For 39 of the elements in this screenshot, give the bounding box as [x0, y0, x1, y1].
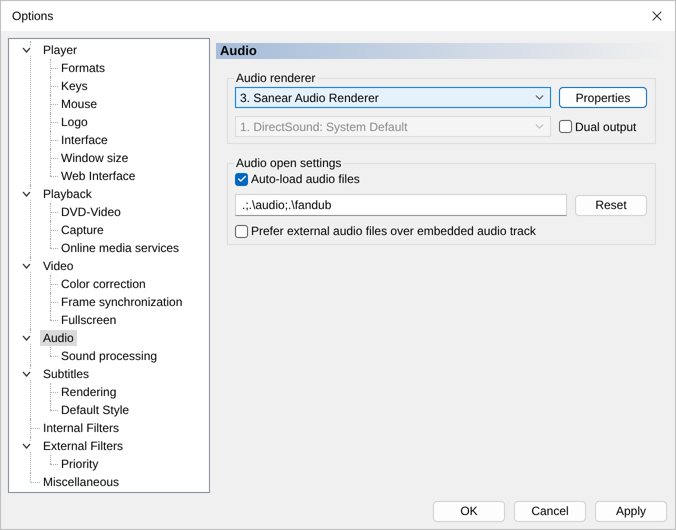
dialog-button[interactable]: Cancel [514, 500, 586, 522]
checkbox[interactable]: Prefer external audio files over embedded audio track [235, 224, 647, 238]
tree-item[interactable]: DVD-Video [58, 204, 124, 220]
group-label: Audio open settings [235, 156, 342, 170]
tree-item[interactable]: Color correction [58, 276, 149, 292]
tree-item[interactable]: Interface [58, 132, 111, 148]
reset-button[interactable]: Reset [575, 194, 647, 216]
tree-item[interactable]: Online media services [58, 240, 182, 256]
tree-item[interactable]: Web Interface [58, 168, 138, 184]
checkbox[interactable]: Auto-load audio files [235, 172, 647, 186]
group-label: Audio renderer [235, 71, 316, 86]
properties-button[interactable]: Properties [559, 87, 647, 108]
tree-item[interactable]: External Filters [40, 438, 126, 454]
tree-item[interactable]: Player [40, 42, 80, 58]
tree-item[interactable]: Default Style [58, 402, 132, 418]
tree-item[interactable]: Miscellaneous [40, 474, 122, 490]
tree-item[interactable]: Keys [58, 78, 91, 94]
tree-item[interactable]: Fullscreen [58, 312, 120, 328]
tree-item[interactable]: Mouse [58, 96, 100, 112]
tree-item[interactable]: Formats [58, 60, 108, 76]
tree-item[interactable]: Frame synchronization [58, 294, 186, 310]
tree-item[interactable]: Logo [58, 114, 91, 130]
tree-item[interactable]: Audio [40, 330, 77, 346]
tree-item[interactable]: Window size [58, 150, 132, 166]
tree-item[interactable]: Video [40, 258, 76, 274]
checkbox[interactable]: Dual output [559, 120, 636, 134]
dialog-button[interactable]: Apply [595, 500, 667, 522]
check-icon [236, 174, 246, 184]
tree-item[interactable]: Rendering [58, 384, 120, 400]
tree-item[interactable]: Sound processing [58, 348, 160, 364]
dialog-button[interactable]: OK [433, 500, 505, 522]
input-field[interactable]: .;.\audio;.\fandub [235, 194, 567, 216]
tree-item[interactable]: Playback [40, 186, 95, 202]
window-title: Options [12, 9, 54, 24]
tree-item[interactable]: Internal Filters [40, 420, 122, 436]
tree-item[interactable]: Capture [58, 222, 107, 238]
tree-item[interactable]: Subtitles [40, 366, 92, 382]
tree-item[interactable]: Priority [58, 456, 102, 472]
dropdown[interactable]: 3. Sanear Audio Renderer [235, 87, 551, 108]
